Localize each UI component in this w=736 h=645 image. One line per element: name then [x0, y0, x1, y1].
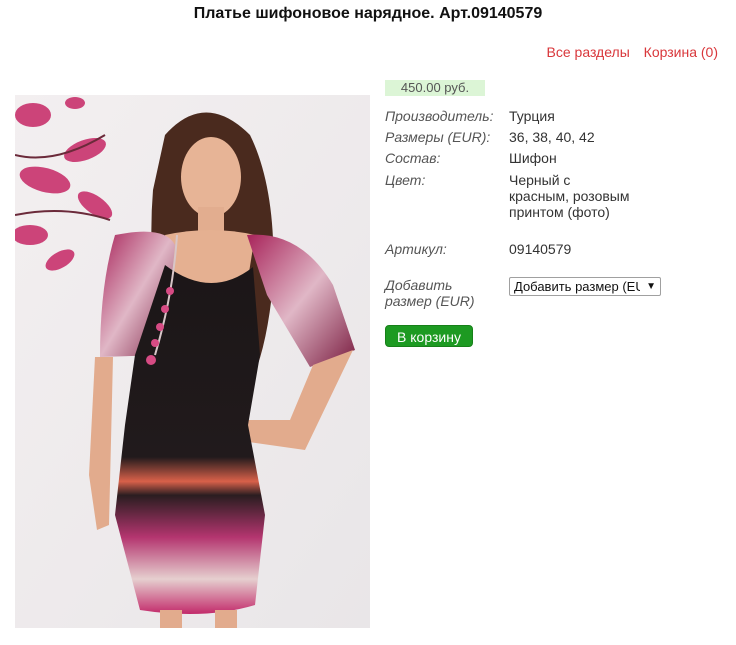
spec-label: Цвет:	[385, 172, 426, 188]
add-size-label: Добавить размер (EUR)	[385, 277, 475, 309]
price-badge: 450.00 руб.	[385, 80, 485, 96]
dropdown-arrow-icon: ▼	[646, 281, 656, 292]
size-select[interactable]: Добавить размер (EUR) ▼	[509, 277, 661, 296]
top-nav: Все разделы Корзина (0)	[547, 44, 718, 60]
page-title: Платье шифоновое нарядное. Арт.09140579	[193, 5, 543, 22]
spec-value: Турция	[509, 108, 555, 124]
size-select-value: Добавить размер (EUR)	[514, 279, 640, 294]
spec-value: Шифон	[509, 150, 557, 166]
spec-label: Размеры (EUR):	[385, 129, 491, 145]
spec-value: Черный с красным, розовым принтом (фото)	[509, 172, 630, 220]
spec-value: 09140579	[509, 241, 572, 257]
spec-label: Производитель:	[385, 108, 494, 124]
add-to-cart-button[interactable]: В корзину	[385, 325, 473, 347]
spec-value: 36, 38, 40, 42	[509, 129, 595, 145]
cart-link[interactable]: Корзина (0)	[644, 44, 718, 60]
spec-label: Состав:	[385, 150, 441, 166]
product-photo[interactable]	[15, 95, 370, 628]
spec-label: Артикул:	[385, 241, 447, 257]
all-sections-link[interactable]: Все разделы	[547, 44, 630, 60]
